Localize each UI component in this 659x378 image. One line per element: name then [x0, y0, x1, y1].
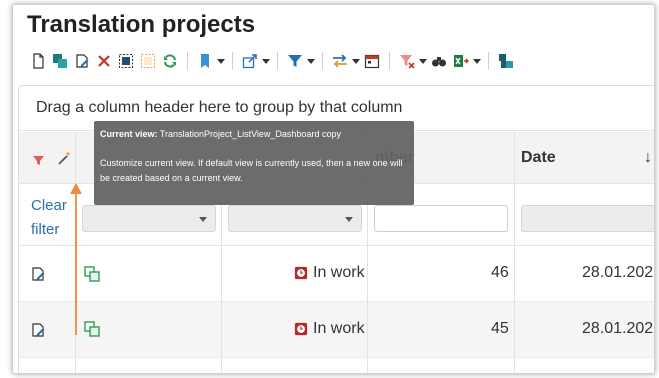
bookmark-dropdown[interactable]	[216, 50, 226, 72]
calendar-icon	[364, 54, 380, 69]
date-cell: 28.01.2022	[582, 320, 655, 337]
tooltip-title: Current view: TranslationProject_ListVie…	[100, 129, 408, 139]
page-title: Translation projects	[27, 11, 256, 38]
filter-button[interactable]	[284, 50, 306, 72]
find-button[interactable]	[428, 50, 450, 72]
export-dropdown[interactable]	[261, 50, 271, 72]
tooltip-view-name: TranslationProject_ListView_Dashboard co…	[159, 129, 341, 139]
copy-icon	[53, 54, 67, 68]
toolbar-separator	[187, 52, 188, 70]
filter-dropdown[interactable]	[306, 50, 316, 72]
swap-icon	[333, 54, 347, 68]
delete-button[interactable]	[93, 50, 115, 72]
tooltip-description: Customize current view. If default view …	[100, 158, 403, 183]
project-icon[interactable]	[84, 266, 100, 282]
swap-dropdown[interactable]	[351, 50, 361, 72]
clear-filter-link[interactable]: Clear	[31, 192, 67, 219]
number-cell: 46	[491, 264, 509, 281]
filter-select-project[interactable]	[82, 205, 216, 232]
swap-button[interactable]	[329, 50, 351, 72]
find-icon	[432, 57, 446, 67]
column-divider	[514, 132, 515, 373]
select-all-icon	[119, 54, 133, 68]
clear-filter-link-line2[interactable]: filter	[31, 216, 59, 243]
clock-icon	[294, 266, 308, 280]
bookmark-button[interactable]	[194, 50, 216, 72]
refresh-icon	[164, 54, 176, 68]
column-header-date[interactable]: Date	[521, 149, 556, 167]
clear-filter-dropdown[interactable]	[418, 50, 428, 72]
refresh-button[interactable]	[159, 50, 181, 72]
new-icon	[33, 53, 44, 69]
annotation-arrow	[70, 183, 82, 335]
table-row[interactable]: In work 46 28.01.2022	[19, 246, 655, 302]
layout-icon	[499, 54, 513, 68]
toolbar-separator	[277, 52, 278, 70]
filter-input-date[interactable]	[521, 205, 654, 232]
status-text: In work	[313, 320, 365, 337]
deselect-button[interactable]	[137, 50, 159, 72]
bookmark-icon	[201, 54, 209, 68]
toolbar-separator	[389, 52, 390, 70]
excel-dropdown[interactable]	[472, 50, 482, 72]
select-all-button[interactable]	[115, 50, 137, 72]
edit-button[interactable]	[71, 50, 93, 72]
filter-icon	[288, 55, 302, 67]
filter-input-number[interactable]	[374, 205, 508, 232]
toolbar-separator	[232, 52, 233, 70]
filter-select-status[interactable]	[228, 205, 362, 232]
status-text: In work	[313, 264, 365, 281]
sort-desc-icon: ↓	[644, 149, 652, 166]
delete-icon	[98, 55, 110, 67]
calendar-button[interactable]	[361, 50, 383, 72]
layout-button[interactable]	[495, 50, 517, 72]
clear-filter-button[interactable]	[396, 50, 418, 72]
copy-button[interactable]	[49, 50, 71, 72]
deselect-icon	[141, 54, 155, 68]
project-icon[interactable]	[84, 321, 100, 337]
edit-icon[interactable]	[30, 266, 46, 282]
toolbar-separator	[322, 52, 323, 70]
number-cell: 45	[491, 320, 509, 337]
view-tooltip: Current view: TranslationProject_ListVie…	[94, 121, 414, 205]
tooltip-label: Current view:	[100, 129, 158, 139]
export-button[interactable]	[239, 50, 261, 72]
toolbar-separator	[488, 52, 489, 70]
magic-wand-icon[interactable]	[56, 150, 72, 166]
export-icon	[242, 54, 257, 69]
status-cell: In work	[294, 264, 365, 282]
new-button[interactable]	[27, 50, 49, 72]
clear-filter-icon[interactable]	[31, 152, 47, 168]
edit-icon[interactable]	[30, 322, 46, 338]
date-cell: 28.01.2022	[582, 264, 655, 281]
toolbar	[27, 49, 517, 73]
excel-icon	[454, 55, 469, 67]
status-cell: In work	[294, 320, 365, 338]
app-window: Translation projects Drag a column heade…	[12, 4, 655, 374]
edit-icon	[76, 54, 89, 68]
clock-icon	[294, 322, 308, 336]
table-row[interactable]: In work 45 28.01.2022	[19, 302, 655, 358]
clear-filter-icon	[400, 55, 415, 69]
excel-button[interactable]	[450, 50, 472, 72]
